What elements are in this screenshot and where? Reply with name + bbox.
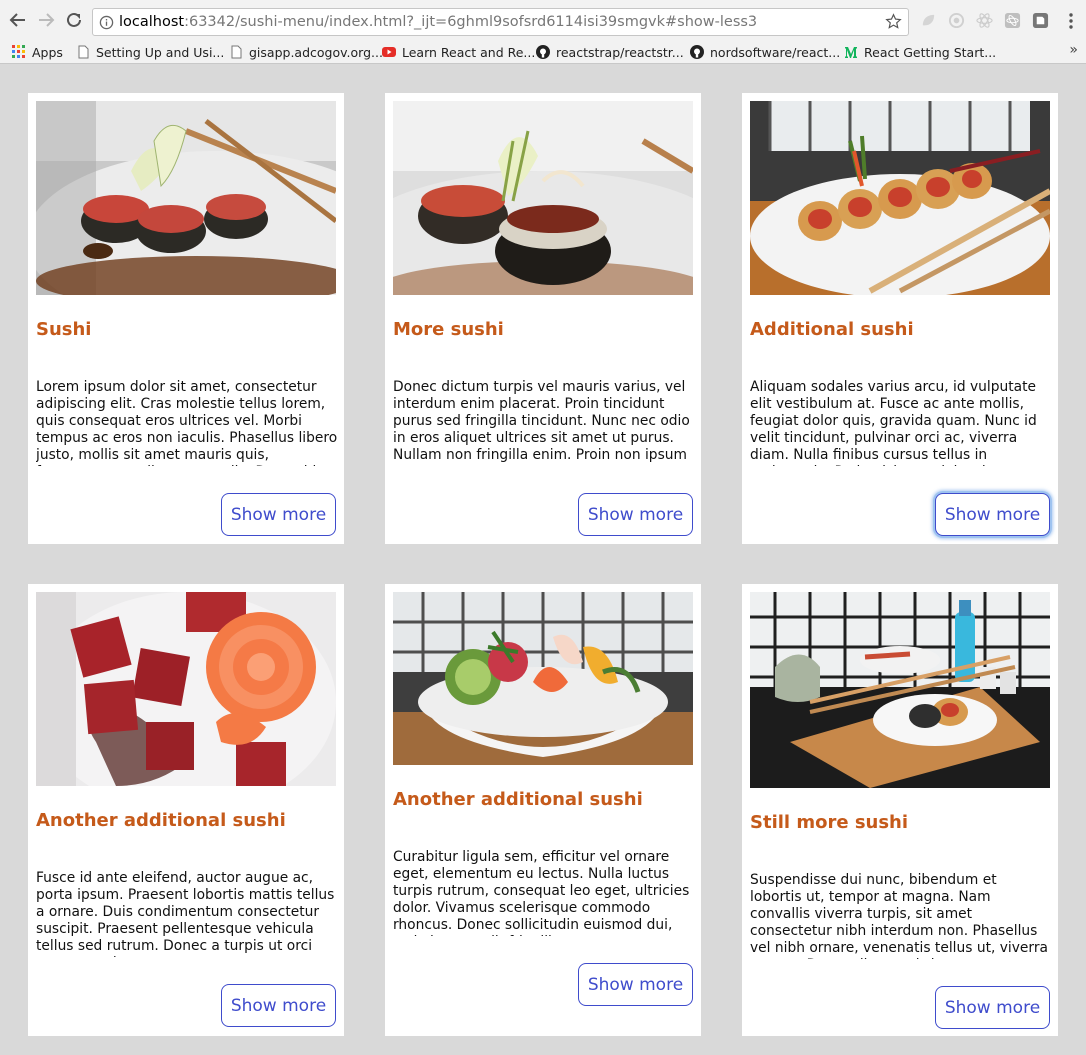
reload-button[interactable] bbox=[62, 8, 86, 32]
salmon-rose-sashimi-photo bbox=[36, 592, 336, 786]
card-title: Still more sushi bbox=[750, 812, 909, 833]
bookmark-apps[interactable]: Apps bbox=[12, 43, 63, 61]
address-bar[interactable]: localhost:63342/sushi-menu/index.html?_i… bbox=[92, 8, 909, 36]
forward-button[interactable] bbox=[34, 8, 58, 32]
bookmark-label: reactstrap/reactstr... bbox=[556, 44, 684, 60]
page-icon bbox=[78, 45, 89, 59]
bookmarks-overflow-icon[interactable]: » bbox=[1069, 42, 1078, 58]
github-icon bbox=[536, 45, 550, 59]
bookmark-learn-react[interactable]: Learn React and Re... bbox=[382, 43, 535, 61]
menu-card: Another additional sushi Curabitur ligul… bbox=[385, 584, 701, 1036]
sushi-table-setting-photo bbox=[750, 592, 1050, 788]
show-more-button[interactable]: Show more bbox=[935, 493, 1050, 536]
extension-leaf-icon[interactable] bbox=[920, 12, 937, 29]
card-title: Another additional sushi bbox=[393, 789, 643, 810]
browser-toolbar: localhost:63342/sushi-menu/index.html?_i… bbox=[0, 0, 1086, 40]
sushi-rolls-closeup-photo bbox=[393, 101, 693, 295]
extension-react-icon[interactable] bbox=[976, 12, 993, 29]
show-more-button[interactable]: Show more bbox=[221, 984, 336, 1027]
card-description: Curabitur ligula sem, efficitur vel orna… bbox=[393, 849, 690, 936]
extension-pocket-icon[interactable] bbox=[1032, 12, 1049, 29]
bookmark-reactstrap[interactable]: reactstrap/reactstr... bbox=[536, 43, 684, 61]
card-description: Aliquam sodales varius arcu, id vulputat… bbox=[750, 379, 1037, 466]
bookmark-label: React Getting Start... bbox=[864, 44, 997, 60]
sushi-roll-chopsticks-photo bbox=[750, 101, 1050, 295]
menu-card: Still more sushi Suspendisse dui nunc, b… bbox=[742, 584, 1058, 1036]
github-icon bbox=[690, 45, 704, 59]
bookmark-label: Apps bbox=[32, 44, 63, 60]
medium-icon bbox=[845, 47, 857, 58]
bookmark-react-getting-started[interactable]: React Getting Start... bbox=[844, 43, 996, 61]
back-button[interactable] bbox=[6, 8, 30, 32]
reload-icon bbox=[67, 12, 81, 27]
card-description: Suspendisse dui nunc, bibendum et lobort… bbox=[750, 872, 1048, 959]
bookmark-gisapp[interactable]: gisapp.adcogov.org... bbox=[229, 43, 383, 61]
info-icon[interactable] bbox=[93, 15, 119, 30]
bookmarks-bar: Apps Setting Up and Usi... gisapp.adcogo… bbox=[0, 40, 1086, 64]
arrow-left-icon bbox=[9, 13, 25, 27]
card-description: Donec dictum turpis vel mauris varius, v… bbox=[393, 379, 690, 466]
bookmark-label: nordsoftware/react... bbox=[710, 44, 841, 60]
card-description: Fusce id ante eleifend, auctor augue ac,… bbox=[36, 870, 335, 957]
extension-face-icon[interactable] bbox=[948, 12, 965, 29]
youtube-icon bbox=[382, 47, 396, 57]
menu-card: More sushi Donec dictum turpis vel mauri… bbox=[385, 93, 701, 544]
menu-card: Another additional sushi Fusce id ante e… bbox=[28, 584, 344, 1036]
menu-card: Sushi Lorem ipsum dolor sit amet, consec… bbox=[28, 93, 344, 544]
card-title: Additional sushi bbox=[750, 319, 914, 340]
browser-menu-icon[interactable] bbox=[1064, 12, 1078, 30]
arrow-right-icon bbox=[39, 13, 55, 27]
card-description: Lorem ipsum dolor sit amet, consectetur … bbox=[36, 379, 338, 466]
url-path: :63342/sushi-menu/index.html?_ijt=6ghml9… bbox=[184, 14, 758, 30]
show-more-button[interactable]: Show more bbox=[221, 493, 336, 536]
card-title: Sushi bbox=[36, 319, 92, 340]
bookmark-star-icon[interactable] bbox=[885, 13, 902, 34]
bookmark-setting-up[interactable]: Setting Up and Usi... bbox=[76, 43, 224, 61]
card-title: More sushi bbox=[393, 319, 504, 340]
sushi-rolls-plate-photo bbox=[36, 101, 336, 295]
page-icon bbox=[231, 45, 242, 59]
show-more-button[interactable]: Show more bbox=[578, 493, 693, 536]
bookmark-label: gisapp.adcogov.org... bbox=[249, 44, 383, 60]
menu-card: Additional sushi Aliquam sodales varius … bbox=[742, 93, 1058, 544]
card-title: Another additional sushi bbox=[36, 810, 286, 831]
url-host: localhost bbox=[119, 14, 185, 30]
bookmark-nordsoftware[interactable]: nordsoftware/react... bbox=[690, 43, 840, 61]
sashimi-bowl-photo bbox=[393, 592, 693, 765]
apps-grid-icon bbox=[12, 45, 25, 58]
show-more-button[interactable]: Show more bbox=[578, 963, 693, 1006]
bookmark-label: Setting Up and Usi... bbox=[96, 44, 225, 60]
bookmark-label: Learn React and Re... bbox=[402, 44, 536, 60]
show-more-button[interactable]: Show more bbox=[935, 986, 1050, 1029]
url-text: localhost:63342/sushi-menu/index.html?_i… bbox=[119, 14, 757, 30]
extension-devtools-icon[interactable] bbox=[1004, 12, 1021, 29]
